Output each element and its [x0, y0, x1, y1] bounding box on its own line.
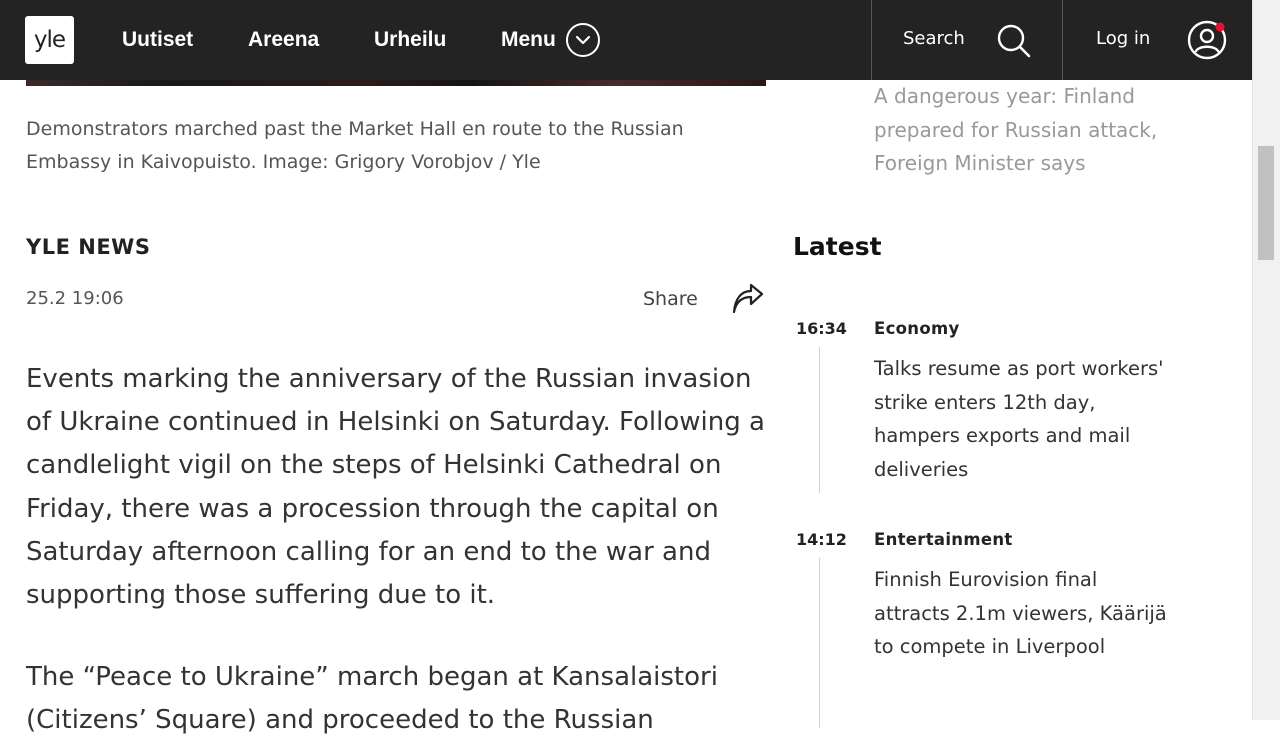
page-scrollbar[interactable] [1252, 0, 1280, 720]
nav-menu-label: Menu [501, 28, 556, 51]
article-timestamp: 25.2 19:06 [26, 288, 124, 309]
chevron-down-circle-icon [565, 23, 600, 57]
article-paragraph: Events marking the anniversary of the Ru… [26, 364, 765, 611]
latest-item-category: Economy [874, 319, 960, 338]
nav-areena-label: Areena [248, 28, 320, 51]
share-label: Share [643, 288, 698, 310]
notification-dot [1215, 22, 1225, 32]
nav-urheilu-label: Urheilu [374, 28, 447, 51]
share-arrow-icon [730, 282, 766, 322]
share-button[interactable]: Share [640, 282, 768, 320]
latest-item-time: 14:12 [796, 530, 847, 549]
scrollbar-thumb[interactable] [1258, 146, 1274, 260]
image-caption: Demonstrators marched past the Market Ha… [26, 118, 684, 173]
latest-news-item[interactable]: 14:12 Entertainment Finnish Eurovision f… [793, 530, 1213, 728]
nav-menu-button[interactable]: Menu [501, 0, 600, 80]
latest-item-title[interactable]: Talks resume as port workers' strike ent… [874, 352, 1174, 486]
search-icon [995, 22, 1033, 64]
nav-uutiset[interactable]: Uutiset [122, 0, 193, 80]
login-button[interactable]: Log in [1063, 0, 1252, 80]
article-paragraph: The “Peace to Ukraine” march began at Ka… [26, 662, 718, 736]
search-label: Search [903, 28, 965, 49]
nav-urheilu[interactable]: Urheilu [374, 0, 446, 80]
user-account-icon [1187, 19, 1229, 65]
search-button[interactable]: Search [872, 0, 1062, 80]
latest-item-title[interactable]: Finnish Eurovision final attracts 2.1m v… [874, 563, 1174, 664]
timeline-line [819, 558, 820, 728]
yle-logo[interactable]: yle [25, 16, 74, 64]
timeline-line [819, 347, 820, 493]
latest-news-item[interactable]: 16:34 Economy Talks resume as port worke… [793, 319, 1213, 499]
latest-item-time: 16:34 [796, 319, 847, 338]
latest-heading: Latest [793, 232, 882, 261]
article-source: YLE NEWS [26, 235, 151, 259]
nav-areena[interactable]: Areena [248, 0, 319, 80]
top-navigation-bar: yle Uutiset Areena Urheilu Menu Search L… [0, 0, 1252, 80]
article-image [26, 80, 766, 86]
login-label: Log in [1096, 28, 1151, 49]
latest-item-category: Entertainment [874, 530, 1013, 549]
nav-uutiset-label: Uutiset [122, 28, 194, 51]
related-article-link[interactable]: A dangerous year: Finland prepared for R… [874, 80, 1204, 181]
